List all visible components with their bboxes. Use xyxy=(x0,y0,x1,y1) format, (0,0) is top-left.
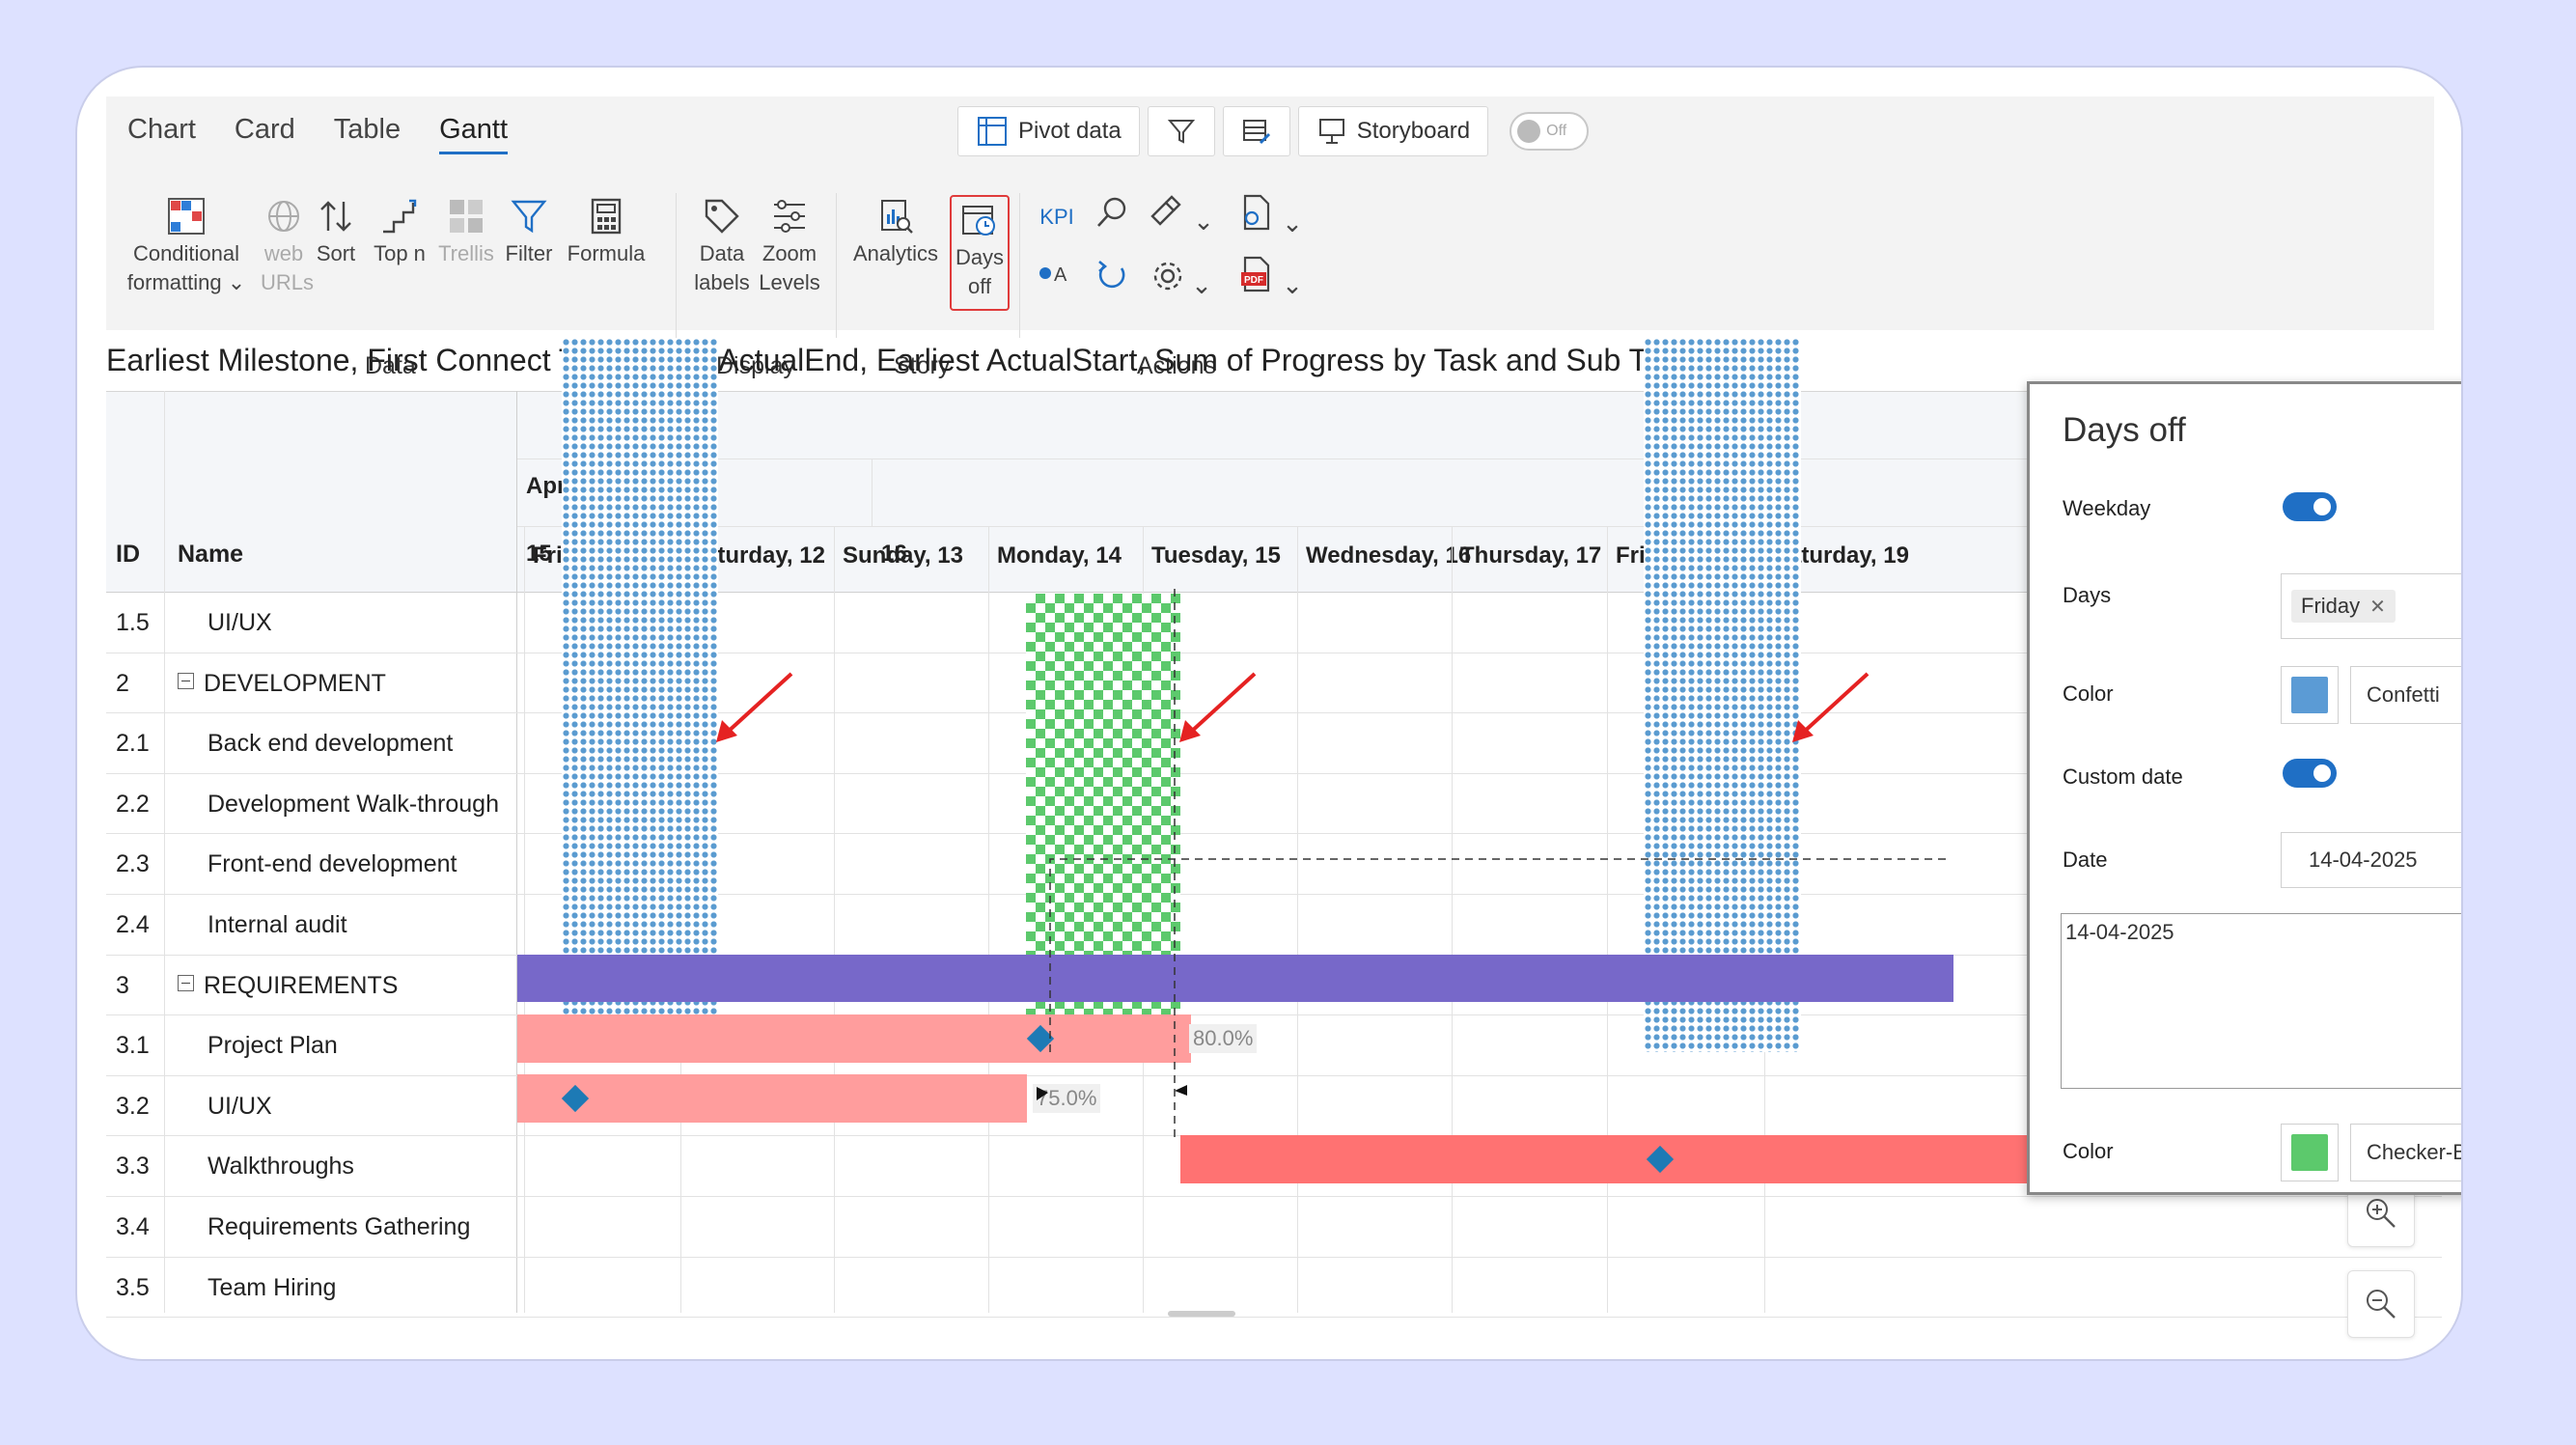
date-value: 14-04-2025 xyxy=(2309,848,2418,872)
color-label: Color xyxy=(2063,681,2114,706)
day-chip-label: Friday xyxy=(2301,594,2361,618)
day-chip-friday: Friday ✕ xyxy=(2291,590,2396,623)
panel-title: Days off xyxy=(2063,411,2186,449)
horizontal-scrollbar[interactable] xyxy=(1168,1311,1235,1317)
custom-date-label: Custom date xyxy=(2063,764,2183,789)
pattern-value: Confetti xyxy=(2367,682,2440,707)
chip-remove-icon[interactable]: ✕ xyxy=(2369,595,2386,619)
pattern2-value: Checker-Board xyxy=(2367,1140,2461,1164)
zoom-in-icon xyxy=(2367,1199,2396,1228)
red-arrow-icon xyxy=(1179,672,1257,742)
days-off-panel: Days off Weekday Days Friday ✕ ⌄ Color C… xyxy=(2027,381,2461,1195)
custom-dates-textarea[interactable]: 14-04-2025 xyxy=(2061,913,2461,1089)
color2-swatch-button[interactable] xyxy=(2281,1124,2339,1181)
color-swatch-confetti xyxy=(2291,677,2328,713)
zoom-out-icon xyxy=(2367,1290,2396,1319)
red-arrow-icon xyxy=(1792,672,1870,742)
red-arrow-icon xyxy=(716,672,793,742)
zoom-out-button[interactable] xyxy=(2347,1270,2415,1338)
pattern-select[interactable]: Confetti ⌄ xyxy=(2350,666,2461,724)
custom-dates-text: 14-04-2025 xyxy=(2065,920,2174,944)
date-input[interactable]: 14-04-2025 xyxy=(2281,832,2461,888)
days-label: Days xyxy=(2063,583,2112,607)
days-multiselect[interactable]: Friday ✕ ⌄ xyxy=(2281,573,2461,639)
custom-date-toggle[interactable] xyxy=(2283,759,2337,788)
color2-label: Color xyxy=(2063,1139,2114,1163)
date-label: Date xyxy=(2063,848,2108,872)
app-card: Chart Card Table Gantt Pivot data Storyb… xyxy=(75,66,2463,1361)
weekday-toggle[interactable] xyxy=(2283,492,2337,521)
weekday-label: Weekday xyxy=(2063,496,2151,520)
color-swatch-button[interactable] xyxy=(2281,666,2339,724)
color-swatch-checker xyxy=(2291,1134,2328,1171)
pattern2-select[interactable]: Checker-Board ⌄ xyxy=(2350,1124,2461,1181)
